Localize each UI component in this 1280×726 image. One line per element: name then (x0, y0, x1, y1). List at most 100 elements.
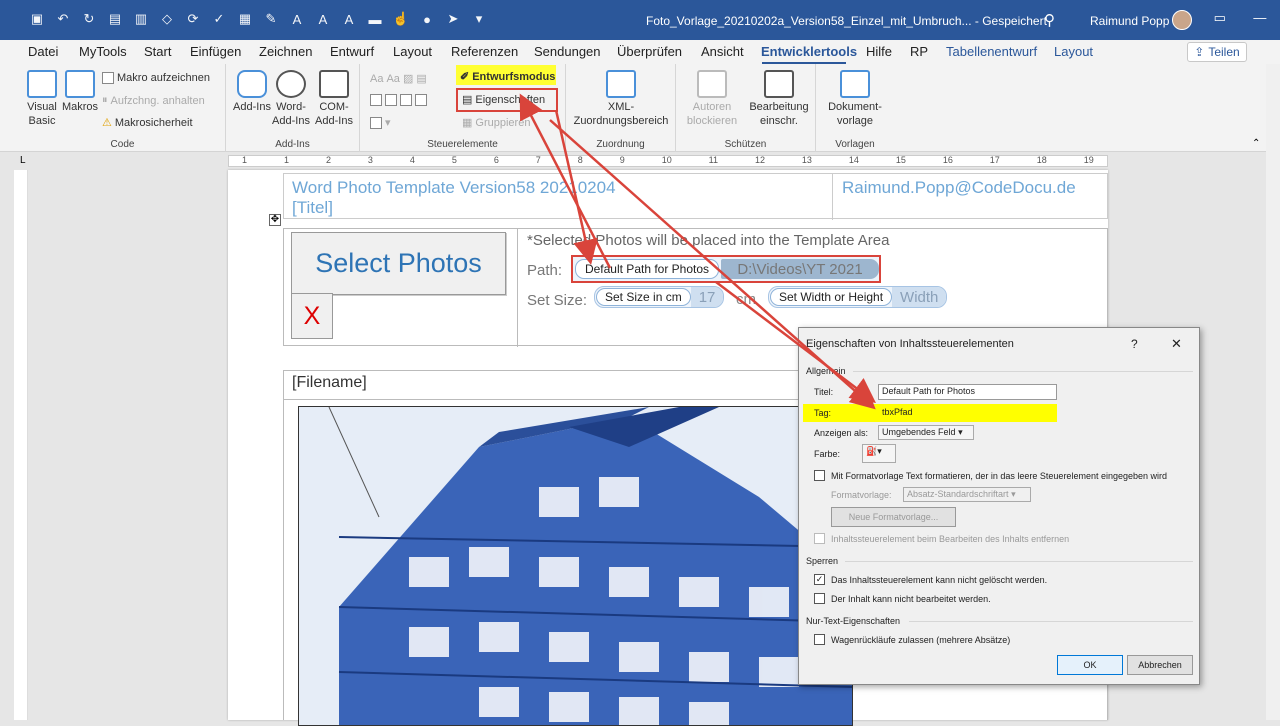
print-preview-icon[interactable]: ▤ (106, 10, 124, 28)
refresh-icon[interactable]: ⟳ (184, 10, 202, 28)
building-photo[interactable] (298, 406, 853, 726)
tab-hilfe[interactable]: Hilfe (866, 44, 892, 59)
tab-tabellenentwurf[interactable]: Tabellenentwurf (946, 44, 1037, 59)
tab-einfuegen[interactable]: Einfügen (190, 44, 241, 59)
picture-control-icon[interactable]: ▨ (403, 72, 413, 85)
pointer-icon[interactable]: ➤ (444, 10, 462, 28)
color-picker-button[interactable]: ⛽▾ (862, 444, 896, 463)
header-left-cell[interactable]: Word Photo Template Version58 20210204 [… (292, 178, 616, 218)
shading-icon[interactable]: ▬ (366, 10, 384, 28)
size-control-value[interactable]: 17 (690, 287, 724, 307)
path-control-title[interactable]: Default Path for Photos (575, 259, 719, 279)
tab-referenzen[interactable]: Referenzen (451, 44, 518, 59)
add-ins-button[interactable]: Add-Ins (232, 70, 272, 114)
pause-recording-button[interactable]: ⏸ Aufzchng. anhalten (102, 94, 205, 107)
microphone-icon[interactable]: ● (418, 10, 436, 28)
block-authors-button[interactable]: Autoren blockieren (680, 70, 744, 128)
help-icon[interactable]: ? (1131, 337, 1138, 351)
rich-text-control-icon[interactable]: Aa (370, 73, 383, 85)
style-select[interactable]: Absatz-Standardschriftart ▾ (903, 487, 1031, 502)
size-content-control[interactable]: Set Size in cm 17 (594, 286, 725, 308)
tab-rp[interactable]: RP (910, 44, 928, 59)
record-macro-button[interactable]: Makro aufzeichnen (102, 72, 210, 84)
highlight-icon[interactable]: ✎ (262, 10, 280, 28)
tab-start[interactable]: Start (144, 44, 171, 59)
user-name[interactable]: Raimund Popp (1090, 14, 1169, 28)
ribbon-display-icon[interactable]: ▭ (1214, 10, 1226, 26)
collapse-ribbon-icon[interactable]: ⌃ (1252, 138, 1260, 149)
vertical-scrollbar[interactable] (1266, 64, 1280, 720)
legacy-tools-button[interactable]: ▾ (370, 116, 391, 129)
width-content-control[interactable]: Set Width or Height Width (768, 286, 948, 308)
building-block-icon[interactable]: ▤ (416, 72, 426, 85)
touch-icon[interactable]: ☝ (392, 10, 410, 28)
use-style-checkbox[interactable] (814, 470, 825, 481)
size-control-title[interactable]: Set Size in cm (596, 288, 691, 306)
customize-icon[interactable]: ▾ (470, 10, 488, 28)
date-control-icon[interactable] (415, 94, 427, 106)
combobox-control-icon[interactable] (385, 94, 397, 106)
font-shrink-icon[interactable]: A (314, 10, 332, 28)
select-photos-button[interactable]: Select Photos (291, 232, 506, 295)
properties-button[interactable]: ▤ Eigenschaften (462, 93, 545, 107)
shapes-icon[interactable]: ◇ (158, 10, 176, 28)
vertical-ruler[interactable] (14, 170, 28, 720)
font-color-icon[interactable]: A (340, 10, 358, 28)
table-move-handle-icon[interactable]: ✥ (269, 214, 281, 226)
tab-table-layout[interactable]: Layout (1054, 44, 1093, 59)
path-control-value[interactable]: D:\Videos\YT 2021 (721, 259, 879, 279)
tab-datei[interactable]: Datei (28, 44, 58, 59)
visual-basic-button[interactable]: Visual Basic (22, 70, 62, 128)
tab-selector-icon[interactable]: L (20, 155, 26, 166)
title-input[interactable]: Default Path for Photos (878, 384, 1057, 400)
tab-zeichnen[interactable]: Zeichnen (259, 44, 312, 59)
tab-sendungen[interactable]: Sendungen (534, 44, 601, 59)
lock-edit-checkbox[interactable] (814, 593, 825, 604)
tab-layout[interactable]: Layout (393, 44, 432, 59)
restrict-editing-button[interactable]: Bearbeitung einschr. (746, 70, 812, 128)
document-template-button[interactable]: Dokument-vorlage (822, 70, 888, 128)
avatar[interactable] (1172, 10, 1192, 30)
makros-button[interactable]: Makros (60, 70, 100, 114)
checkbox-control-icon[interactable] (370, 94, 382, 106)
redo-icon[interactable]: ↻ (80, 10, 98, 28)
group-button[interactable]: ▦ Gruppieren (462, 116, 530, 130)
xml-mapping-button[interactable]: XML-Zuordnungsbereich (572, 70, 670, 128)
template-version-field[interactable]: Word Photo Template Version58 20210204 (292, 178, 616, 198)
title-field[interactable]: [Titel] (292, 198, 616, 218)
tab-ueberpruefen[interactable]: Überprüfen (617, 44, 682, 59)
close-icon[interactable]: ✕ (1171, 336, 1182, 352)
font-grow-icon[interactable]: A (288, 10, 306, 28)
share-button[interactable]: ⇪ Teilen (1187, 42, 1247, 62)
dropdown-control-icon[interactable] (400, 94, 412, 106)
minimize-icon[interactable]: — (1253, 10, 1266, 26)
cancel-button[interactable]: Abbrechen (1127, 655, 1193, 675)
form-icon[interactable]: ▥ (132, 10, 150, 28)
tag-input[interactable]: tbxPfad (878, 405, 1057, 421)
author-email-field[interactable]: Raimund.Popp@CodeDocu.de (842, 178, 1076, 198)
ok-button[interactable]: OK (1057, 655, 1123, 675)
show-as-select[interactable]: Umgebendes Feld ▾ (878, 425, 974, 440)
horizontal-ruler[interactable]: L 1 1 2 3 4 5 6 7 8 9 10 11 12 13 14 15 … (0, 152, 1266, 170)
tab-entwicklertools[interactable]: Entwicklertools (761, 44, 857, 59)
new-style-button[interactable]: Neue Formatvorlage... (831, 507, 956, 527)
allow-returns-checkbox[interactable] (814, 634, 825, 645)
design-mode-button[interactable]: ✐ Entwurfsmodus (460, 70, 555, 84)
com-add-ins-button[interactable]: COM-Add-Ins (312, 70, 356, 128)
tab-ansicht[interactable]: Ansicht (701, 44, 744, 59)
macro-security-button[interactable]: ⚠ Makrosicherheit (102, 116, 193, 130)
lock-delete-checkbox[interactable]: ✓ (814, 574, 825, 585)
word-add-ins-button[interactable]: Word-Add-Ins (270, 70, 312, 128)
undo-icon[interactable]: ↶ (54, 10, 72, 28)
width-control-title[interactable]: Set Width or Height (770, 288, 893, 306)
width-control-value[interactable]: Width (892, 287, 947, 307)
tab-mytools[interactable]: MyTools (79, 44, 127, 59)
clear-button[interactable]: X (291, 293, 333, 339)
save-icon[interactable]: ▣ (28, 10, 46, 28)
plain-text-control-icon[interactable]: Aa (386, 73, 399, 85)
search-icon[interactable]: ⚲ (1044, 11, 1055, 29)
tab-entwurf[interactable]: Entwurf (330, 44, 374, 59)
path-content-control[interactable]: Default Path for Photos D:\Videos\YT 202… (571, 255, 881, 283)
remove-cc-checkbox[interactable] (814, 533, 825, 544)
table-icon[interactable]: ▦ (236, 10, 254, 28)
